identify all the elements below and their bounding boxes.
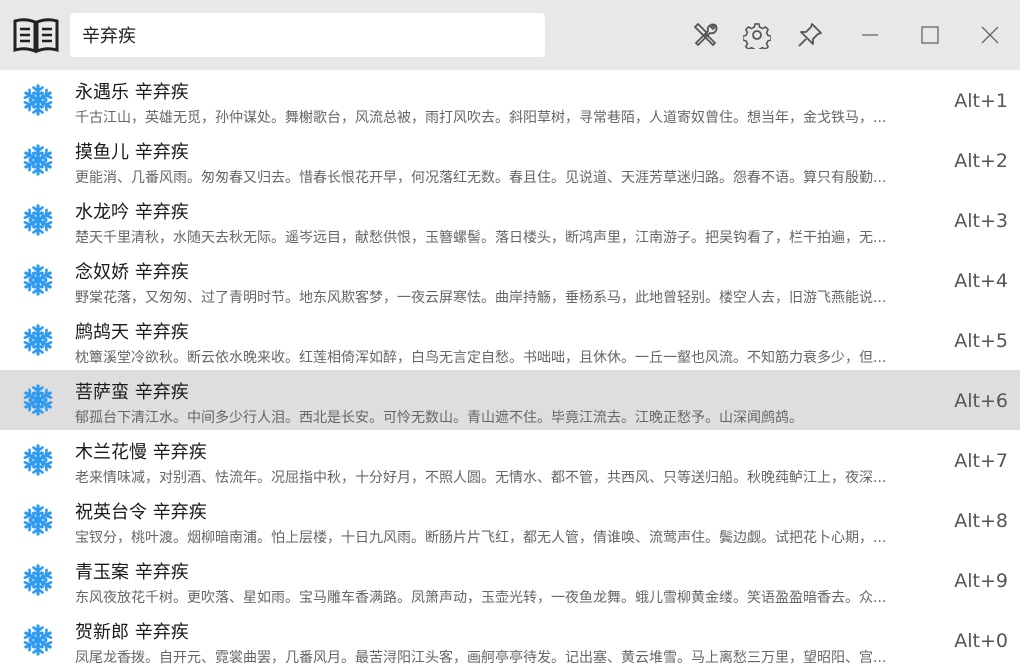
list-item[interactable]: 青玉案 辛弃疾 东风夜放花千树。更吹落、星如雨。宝马雕车香满路。凤箫声动，玉壶光… xyxy=(0,550,1020,610)
item-excerpt: 宝钗分，桃叶渡。烟柳暗南浦。怕上层楼，十日九风雨。断肠片片飞红，都无人管，倩谁唤… xyxy=(75,530,887,546)
title-bar xyxy=(0,0,1020,70)
item-hotkey: Alt+4 xyxy=(954,270,1008,292)
item-excerpt: 楚天千里清秋，水随天去秋无际。遥岑远目，献愁供恨，玉簪螺髻。落日楼头，断鸿声里，… xyxy=(75,230,887,246)
item-hotkey: Alt+5 xyxy=(954,330,1008,352)
list-item[interactable]: 念奴娇 辛弃疾 野棠花落，又匆匆、过了青明时节。地东风欺客梦，一夜云屏寒怯。曲岸… xyxy=(0,250,1020,310)
item-title: 青玉案 辛弃疾 xyxy=(75,562,189,583)
snowflake-icon xyxy=(23,564,53,596)
search-input[interactable] xyxy=(70,13,545,57)
item-title: 鹧鸪天 辛弃疾 xyxy=(75,322,189,343)
minimize-button[interactable] xyxy=(853,18,887,52)
tools-button[interactable] xyxy=(688,18,722,52)
minimize-icon xyxy=(862,34,878,36)
settings-button[interactable] xyxy=(740,18,774,52)
item-title: 摸鱼儿 辛弃疾 xyxy=(75,142,189,163)
item-hotkey: Alt+7 xyxy=(954,450,1008,472)
snowflake-icon xyxy=(23,504,53,536)
close-icon xyxy=(981,26,999,44)
close-button[interactable] xyxy=(973,18,1007,52)
snowflake-icon xyxy=(23,384,53,416)
item-hotkey: Alt+3 xyxy=(954,210,1008,232)
snowflake-icon xyxy=(23,84,53,116)
list-item[interactable]: 木兰花慢 辛弃疾 老来情味减，对别酒、怯流年。况屈指中秋，十分好月，不照人圆。无… xyxy=(0,430,1020,490)
snowflake-icon xyxy=(23,624,53,656)
snowflake-icon xyxy=(23,324,53,356)
item-title: 菩萨蛮 辛弃疾 xyxy=(75,382,189,403)
item-hotkey: Alt+1 xyxy=(954,90,1008,112)
list-item[interactable]: 贺新郎 辛弃疾 凤尾龙香拨。自开元、霓裳曲罢，几番风月。最苦浔阳江头客，画舸亭亭… xyxy=(0,610,1020,670)
item-title: 木兰花慢 辛弃疾 xyxy=(75,442,207,463)
maximize-button[interactable] xyxy=(913,18,947,52)
list-item[interactable]: 永遇乐 辛弃疾 千古江山，英雄无觅，孙仲谋处。舞榭歌台，风流总被，雨打风吹去。斜… xyxy=(0,70,1020,130)
item-title: 贺新郎 辛弃疾 xyxy=(75,622,189,643)
list-item[interactable]: 水龙吟 辛弃疾 楚天千里清秋，水随天去秋无际。遥岑远目，献愁供恨，玉簪螺髻。落日… xyxy=(0,190,1020,250)
snowflake-icon xyxy=(23,144,53,176)
item-hotkey: Alt+0 xyxy=(954,630,1008,652)
list-item[interactable]: 摸鱼儿 辛弃疾 更能消、几番风雨。匆匆春又归去。惜春长恨花开早，何况落红无数。春… xyxy=(0,130,1020,190)
item-title: 祝英台令 辛弃疾 xyxy=(75,502,207,523)
pin-button[interactable] xyxy=(793,18,827,52)
maximize-icon xyxy=(921,26,939,44)
item-excerpt: 更能消、几番风雨。匆匆春又归去。惜春长恨花开早，何况落红无数。春且住。见说道、天… xyxy=(75,170,887,186)
snowflake-icon xyxy=(23,444,53,476)
item-hotkey: Alt+6 xyxy=(954,390,1008,412)
snowflake-icon xyxy=(23,204,53,236)
item-title: 永遇乐 辛弃疾 xyxy=(75,82,189,103)
pin-icon xyxy=(798,23,822,47)
list-item[interactable]: 祝英台令 辛弃疾 宝钗分，桃叶渡。烟柳暗南浦。怕上层楼，十日九风雨。断肠片片飞红… xyxy=(0,490,1020,550)
gear-icon xyxy=(743,23,771,49)
results-list: 永遇乐 辛弃疾 千古江山，英雄无觅，孙仲谋处。舞榭歌台，风流总被，雨打风吹去。斜… xyxy=(0,70,1020,670)
item-title: 念奴娇 辛弃疾 xyxy=(75,262,189,283)
book-icon xyxy=(13,18,59,54)
item-excerpt: 老来情味减，对别酒、怯流年。况屈指中秋，十分好月，不照人圆。无情水、都不管，共西… xyxy=(75,470,887,486)
item-excerpt: 凤尾龙香拨。自开元、霓裳曲罢，几番风月。最苦浔阳江头客，画舸亭亭待发。记出塞、黄… xyxy=(75,650,887,666)
item-hotkey: Alt+8 xyxy=(954,510,1008,532)
item-excerpt: 枕簟溪堂冷欲秋。断云依水晚来收。红莲相倚浑如醉，白鸟无言定自愁。书咄咄，且休休。… xyxy=(75,350,887,366)
item-excerpt: 东风夜放花千树。更吹落、星如雨。宝马雕车香满路。凤箫声动，玉壶光转，一夜鱼龙舞。… xyxy=(75,590,887,606)
item-title: 水龙吟 辛弃疾 xyxy=(75,202,189,223)
item-excerpt: 千古江山，英雄无觅，孙仲谋处。舞榭歌台，风流总被，雨打风吹去。斜阳草树，寻常巷陌… xyxy=(75,110,887,126)
item-excerpt: 野棠花落，又匆匆、过了青明时节。地东风欺客梦，一夜云屏寒怯。曲岸持觞，垂杨系马，… xyxy=(75,290,887,306)
tools-icon xyxy=(693,22,718,47)
list-item[interactable]: 鹧鸪天 辛弃疾 枕簟溪堂冷欲秋。断云依水晚来收。红莲相倚浑如醉，白鸟无言定自愁。… xyxy=(0,310,1020,370)
item-hotkey: Alt+2 xyxy=(954,150,1008,172)
snowflake-icon xyxy=(23,264,53,296)
item-excerpt: 郁孤台下清江水。中间多少行人泪。西北是长安。可怜无数山。青山遮不住。毕竟江流去。… xyxy=(75,410,803,426)
item-hotkey: Alt+9 xyxy=(954,570,1008,592)
list-item[interactable]: 菩萨蛮 辛弃疾 郁孤台下清江水。中间多少行人泪。西北是长安。可怜无数山。青山遮不… xyxy=(0,370,1020,430)
